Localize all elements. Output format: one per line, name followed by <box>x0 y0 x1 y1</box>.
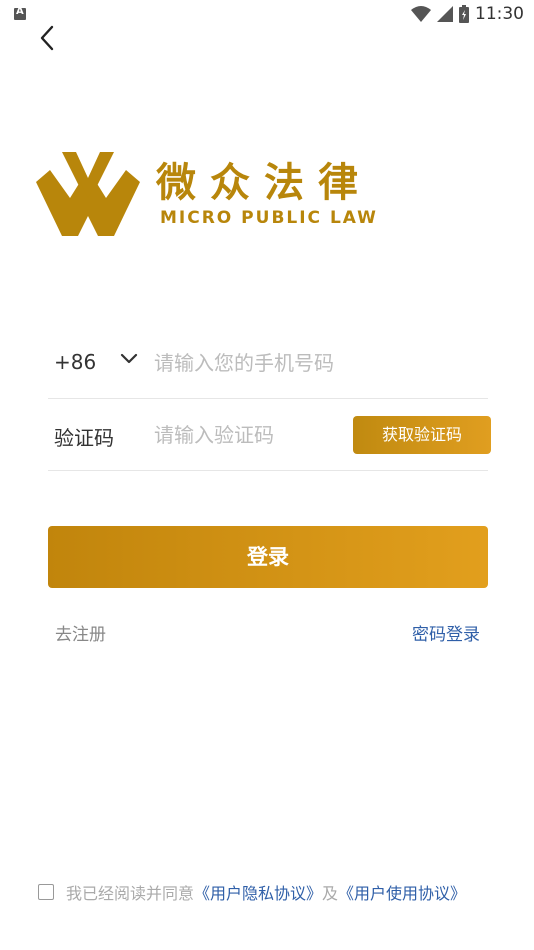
verification-code-input[interactable] <box>152 416 346 454</box>
password-login-link[interactable]: 密码登录 <box>412 620 480 645</box>
back-arrow-icon <box>40 25 54 51</box>
signal-icon <box>437 6 453 22</box>
usage-agreement-link[interactable]: 《用户使用协议》 <box>338 884 466 903</box>
agreement-row: 我已经阅读并同意《用户隐私协议》及《用户使用协议》 <box>38 880 518 904</box>
agreement-and: 及 <box>322 884 339 903</box>
logo-subtitle: MICRO PUBLIC LAW <box>160 208 378 228</box>
wifi-icon <box>411 6 431 22</box>
phone-row: +86 <box>48 326 488 399</box>
chevron-down-icon[interactable] <box>120 352 138 366</box>
register-link[interactable]: 去注册 <box>55 620 106 645</box>
app-logo: 微众法律 MICRO PUBLIC LAW <box>36 150 396 236</box>
country-code-selector[interactable]: +86 <box>54 350 96 374</box>
app-notification-icon <box>14 6 26 20</box>
agreement-prefix: 我已经阅读并同意 <box>66 884 195 903</box>
get-code-button[interactable]: 获取验证码 <box>353 416 491 454</box>
logo-title: 微众法律 <box>156 160 372 206</box>
login-button[interactable]: 登录 <box>48 526 488 588</box>
battery-icon <box>459 5 469 23</box>
code-label: 验证码 <box>54 426 114 450</box>
status-time: 11:30 <box>475 4 524 24</box>
agreement-text: 我已经阅读并同意《用户隐私协议》及《用户使用协议》 <box>66 880 466 904</box>
status-icons: 11:30 <box>411 4 524 24</box>
status-bar: 11:30 <box>0 0 534 28</box>
logo-mark-icon <box>36 152 140 236</box>
back-button[interactable] <box>34 24 62 52</box>
privacy-agreement-link[interactable]: 《用户隐私协议》 <box>194 884 322 903</box>
agreement-checkbox[interactable] <box>38 884 54 900</box>
verification-code-row: 验证码 获取验证码 <box>48 398 491 471</box>
phone-input[interactable] <box>152 344 476 382</box>
